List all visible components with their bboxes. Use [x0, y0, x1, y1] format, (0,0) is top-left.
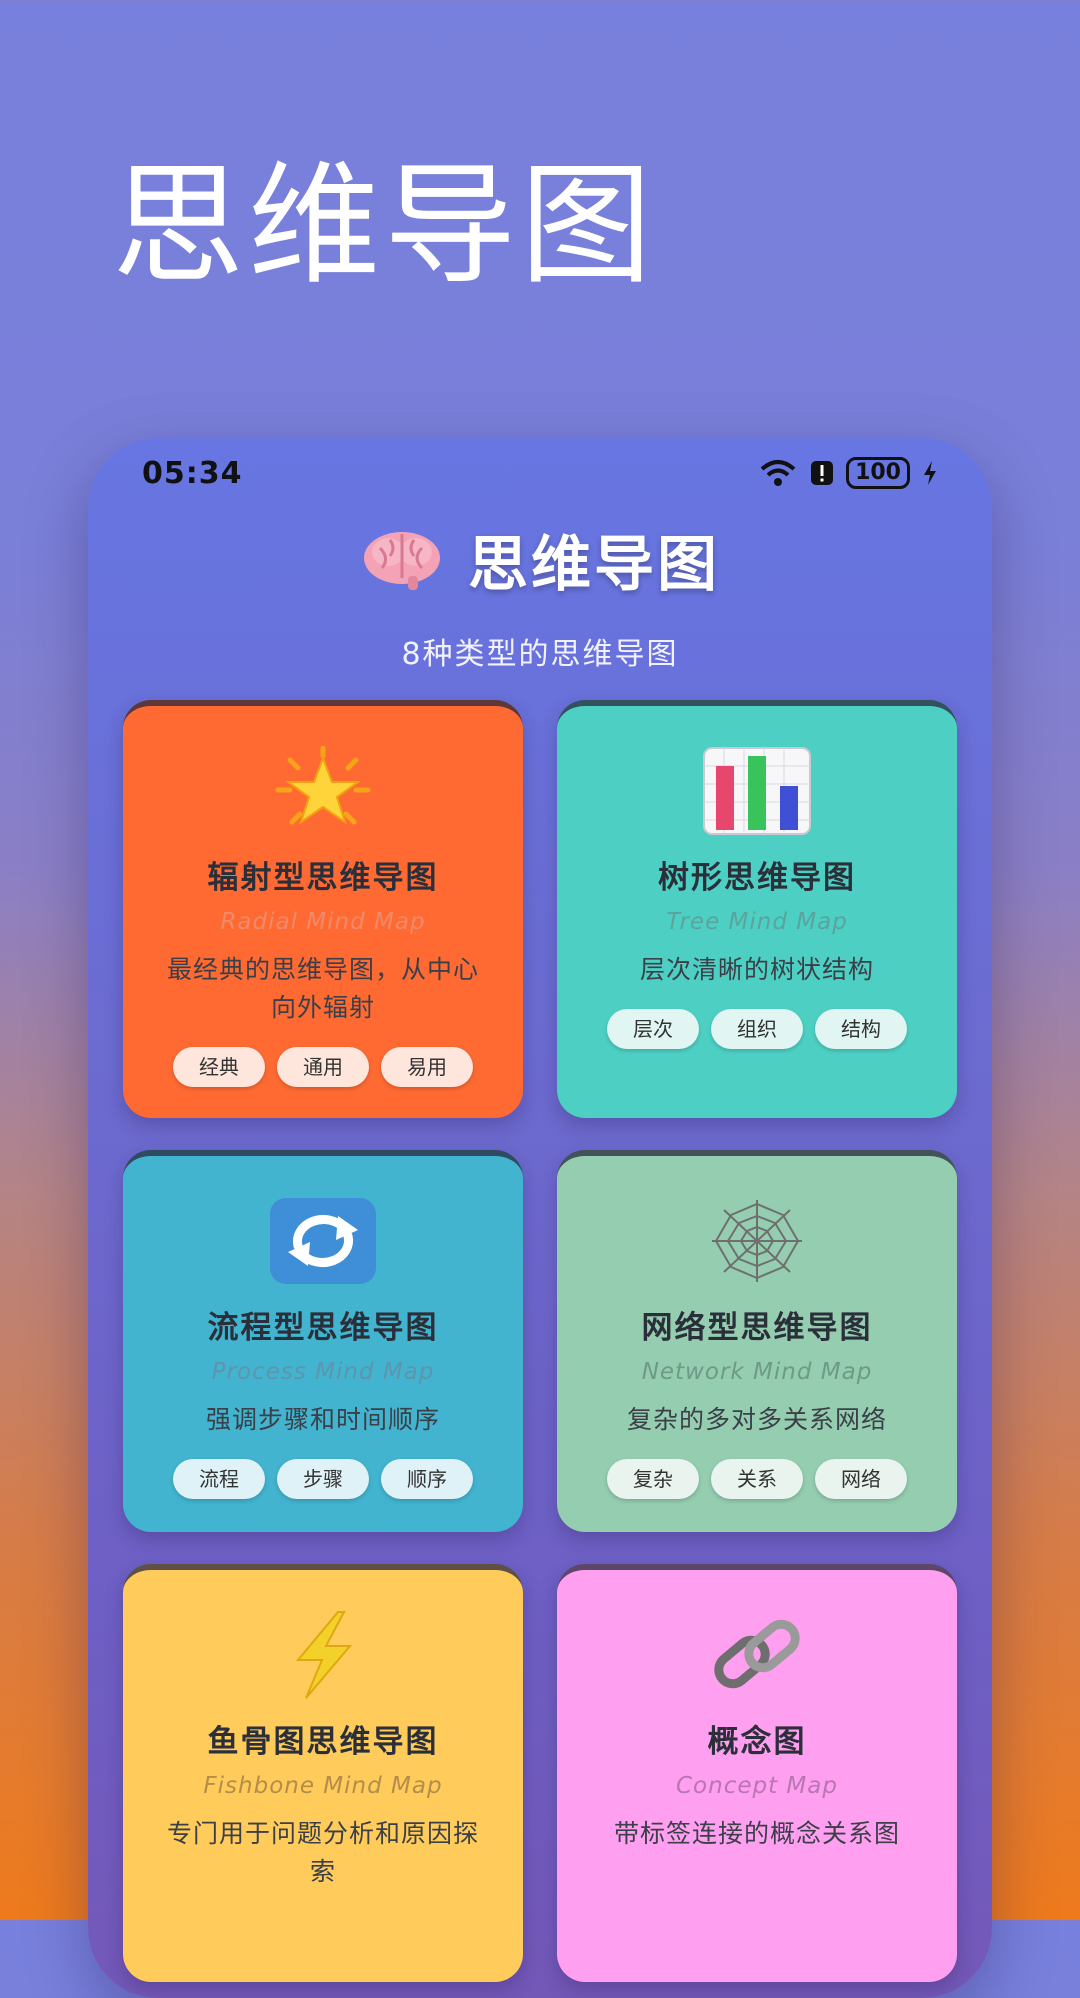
tag: 层次 — [607, 1009, 699, 1049]
tag: 步骤 — [277, 1459, 369, 1499]
wifi-icon — [760, 460, 796, 486]
card-tree-mind-map[interactable]: 树形思维导图 Tree Mind Map 层次清晰的树状结构 层次 组织 结构 — [557, 700, 957, 1118]
promo-title: 思维导图 — [112, 149, 656, 303]
status-bar: 05:34 100 — [88, 438, 992, 508]
battery-indicator: 100 — [846, 457, 910, 489]
card-network-mind-map[interactable]: 网络型思维导图 Network Mind Map 复杂的多对多关系网络 复杂 关… — [557, 1150, 957, 1532]
card-title: 辐射型思维导图 — [207, 860, 439, 896]
chain-link-icon — [714, 1619, 800, 1689]
card-english-title: Process Mind Map — [211, 1359, 435, 1385]
tag-list: 流程 步骤 顺序 — [123, 1459, 523, 1499]
tag: 复杂 — [607, 1459, 699, 1499]
card-description: 复杂的多对多关系网络 — [626, 1405, 887, 1434]
card-description: 层次清晰的树状结构 — [639, 955, 874, 984]
card-radial-mind-map[interactable]: 辐射型思维导图 Radial Mind Map 最经典的思维导图，从中心向外辐射… — [123, 700, 523, 1118]
mind-map-type-grid: 辐射型思维导图 Radial Mind Map 最经典的思维导图，从中心向外辐射… — [123, 700, 957, 1982]
alert-icon — [811, 461, 834, 485]
tag: 结构 — [815, 1009, 907, 1049]
card-description: 强调步骤和时间顺序 — [205, 1405, 440, 1434]
tag-list: 经典 通用 易用 — [123, 1047, 523, 1087]
card-english-title: Tree Mind Map — [666, 909, 848, 935]
card-english-title: Fishbone Mind Map — [203, 1773, 443, 1799]
tag: 顺序 — [381, 1459, 473, 1499]
status-icons: 100 — [758, 457, 938, 489]
tag: 易用 — [381, 1047, 473, 1087]
app-title: 思维导图 — [468, 530, 720, 600]
card-process-mind-map[interactable]: 流程型思维导图 Process Mind Map 强调步骤和时间顺序 流程 步骤… — [123, 1150, 523, 1532]
brain-icon — [364, 531, 440, 590]
card-title: 流程型思维导图 — [207, 1310, 439, 1346]
tag-list: 层次 组织 结构 — [557, 1009, 957, 1049]
card-title: 网络型思维导图 — [641, 1310, 873, 1346]
app-subtitle: 8种类型的思维导图 — [401, 637, 679, 672]
status-time: 05:34 — [142, 455, 243, 491]
repeat-arrows-icon — [270, 1198, 376, 1284]
card-english-title: Radial Mind Map — [220, 909, 426, 935]
card-title: 概念图 — [707, 1724, 807, 1760]
star-icon — [275, 746, 371, 825]
bar-chart-icon — [703, 747, 811, 835]
card-english-title: Network Mind Map — [641, 1359, 873, 1385]
app-header: 思维导图 8种类型的思维导图 — [88, 516, 992, 673]
tag: 流程 — [173, 1459, 265, 1499]
card-fishbone-mind-map[interactable]: 鱼骨图思维导图 Fishbone Mind Map 专门用于问题分析和原因探索 — [123, 1564, 523, 1982]
tag-list: 复杂 关系 网络 — [557, 1459, 957, 1499]
tag: 关系 — [711, 1459, 803, 1499]
tag: 通用 — [277, 1047, 369, 1087]
phone-screen: 05:34 100 思维导图 8种类型的思维导图 辐射型思维导图 Radial … — [88, 438, 992, 1998]
spider-web-icon — [712, 1200, 802, 1282]
lightning-icon — [295, 1611, 353, 1699]
card-description: 最经典的思维导图，从中心向外辐射 — [166, 955, 479, 1022]
tag: 网络 — [815, 1459, 907, 1499]
tag: 经典 — [173, 1047, 265, 1087]
card-title: 鱼骨图思维导图 — [207, 1724, 439, 1760]
tag: 组织 — [711, 1009, 803, 1049]
card-english-title: Concept Map — [676, 1773, 838, 1799]
card-concept-map[interactable]: 概念图 Concept Map 带标签连接的概念关系图 — [557, 1564, 957, 1982]
card-description: 带标签连接的概念关系图 — [613, 1819, 900, 1848]
charging-icon — [924, 461, 936, 485]
card-description: 专门用于问题分析和原因探索 — [166, 1819, 479, 1886]
card-title: 树形思维导图 — [658, 860, 856, 896]
